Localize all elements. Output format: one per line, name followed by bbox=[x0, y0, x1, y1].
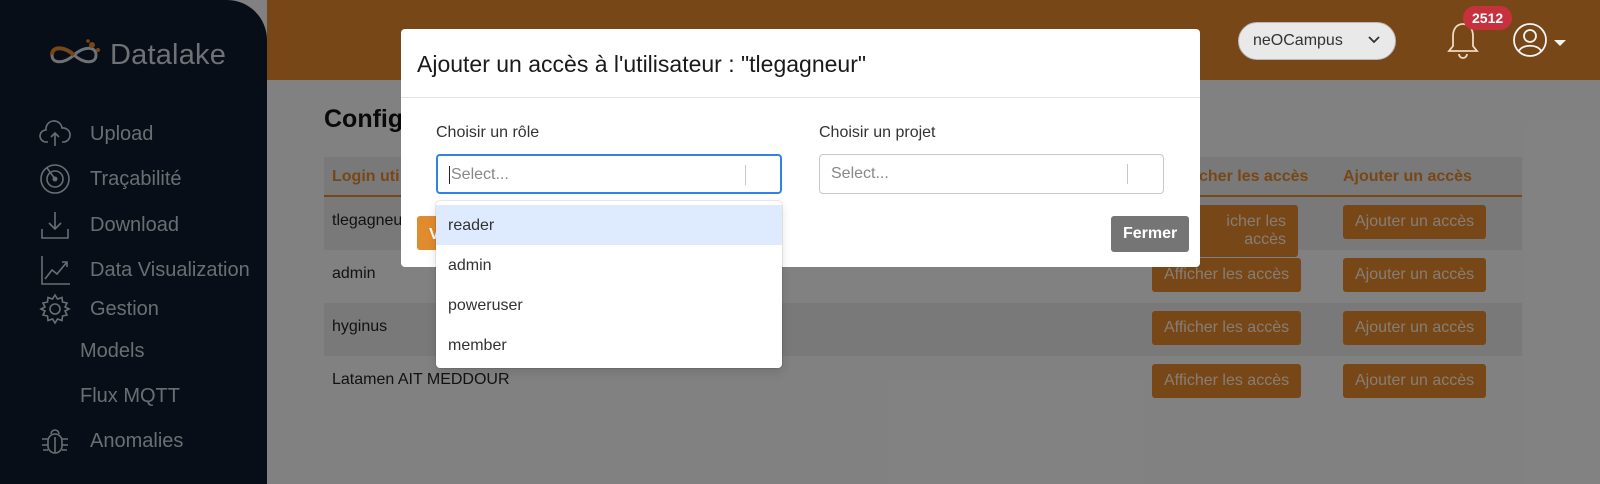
close-button[interactable]: Fermer bbox=[1111, 216, 1190, 252]
modal-title: Ajouter un accès à l'utilisateur : "tleg… bbox=[417, 51, 867, 77]
indicator-separator bbox=[1127, 164, 1128, 184]
caret-down-icon bbox=[1554, 40, 1566, 46]
role-select-placeholder: Select... bbox=[451, 166, 509, 184]
notification-count-badge[interactable]: 2512 bbox=[1463, 6, 1513, 30]
chevron-down-icon bbox=[1368, 36, 1380, 44]
project-select-placeholder: Select... bbox=[831, 165, 889, 182]
indicator-separator bbox=[745, 165, 746, 185]
role-option-member[interactable]: member bbox=[436, 325, 782, 365]
project-select[interactable]: Select... bbox=[819, 154, 1164, 194]
project-label: Choisir un projet bbox=[819, 124, 936, 141]
modal-header: Ajouter un accès à l'utilisateur : "tleg… bbox=[401, 29, 1200, 98]
role-label: Choisir un rôle bbox=[436, 124, 540, 141]
campus-select[interactable]: neOCampus bbox=[1238, 22, 1396, 60]
role-dropdown-menu: reader admin poweruser member bbox=[436, 201, 782, 368]
role-option-reader[interactable]: reader bbox=[436, 205, 782, 245]
user-avatar-icon bbox=[1513, 23, 1547, 57]
user-menu[interactable] bbox=[1512, 22, 1566, 58]
role-option-poweruser[interactable]: poweruser bbox=[436, 285, 782, 325]
role-select[interactable]: Select... bbox=[436, 154, 782, 194]
role-option-admin[interactable]: admin bbox=[436, 245, 782, 285]
campus-select-value: neOCampus bbox=[1253, 32, 1343, 49]
text-cursor bbox=[449, 166, 450, 184]
